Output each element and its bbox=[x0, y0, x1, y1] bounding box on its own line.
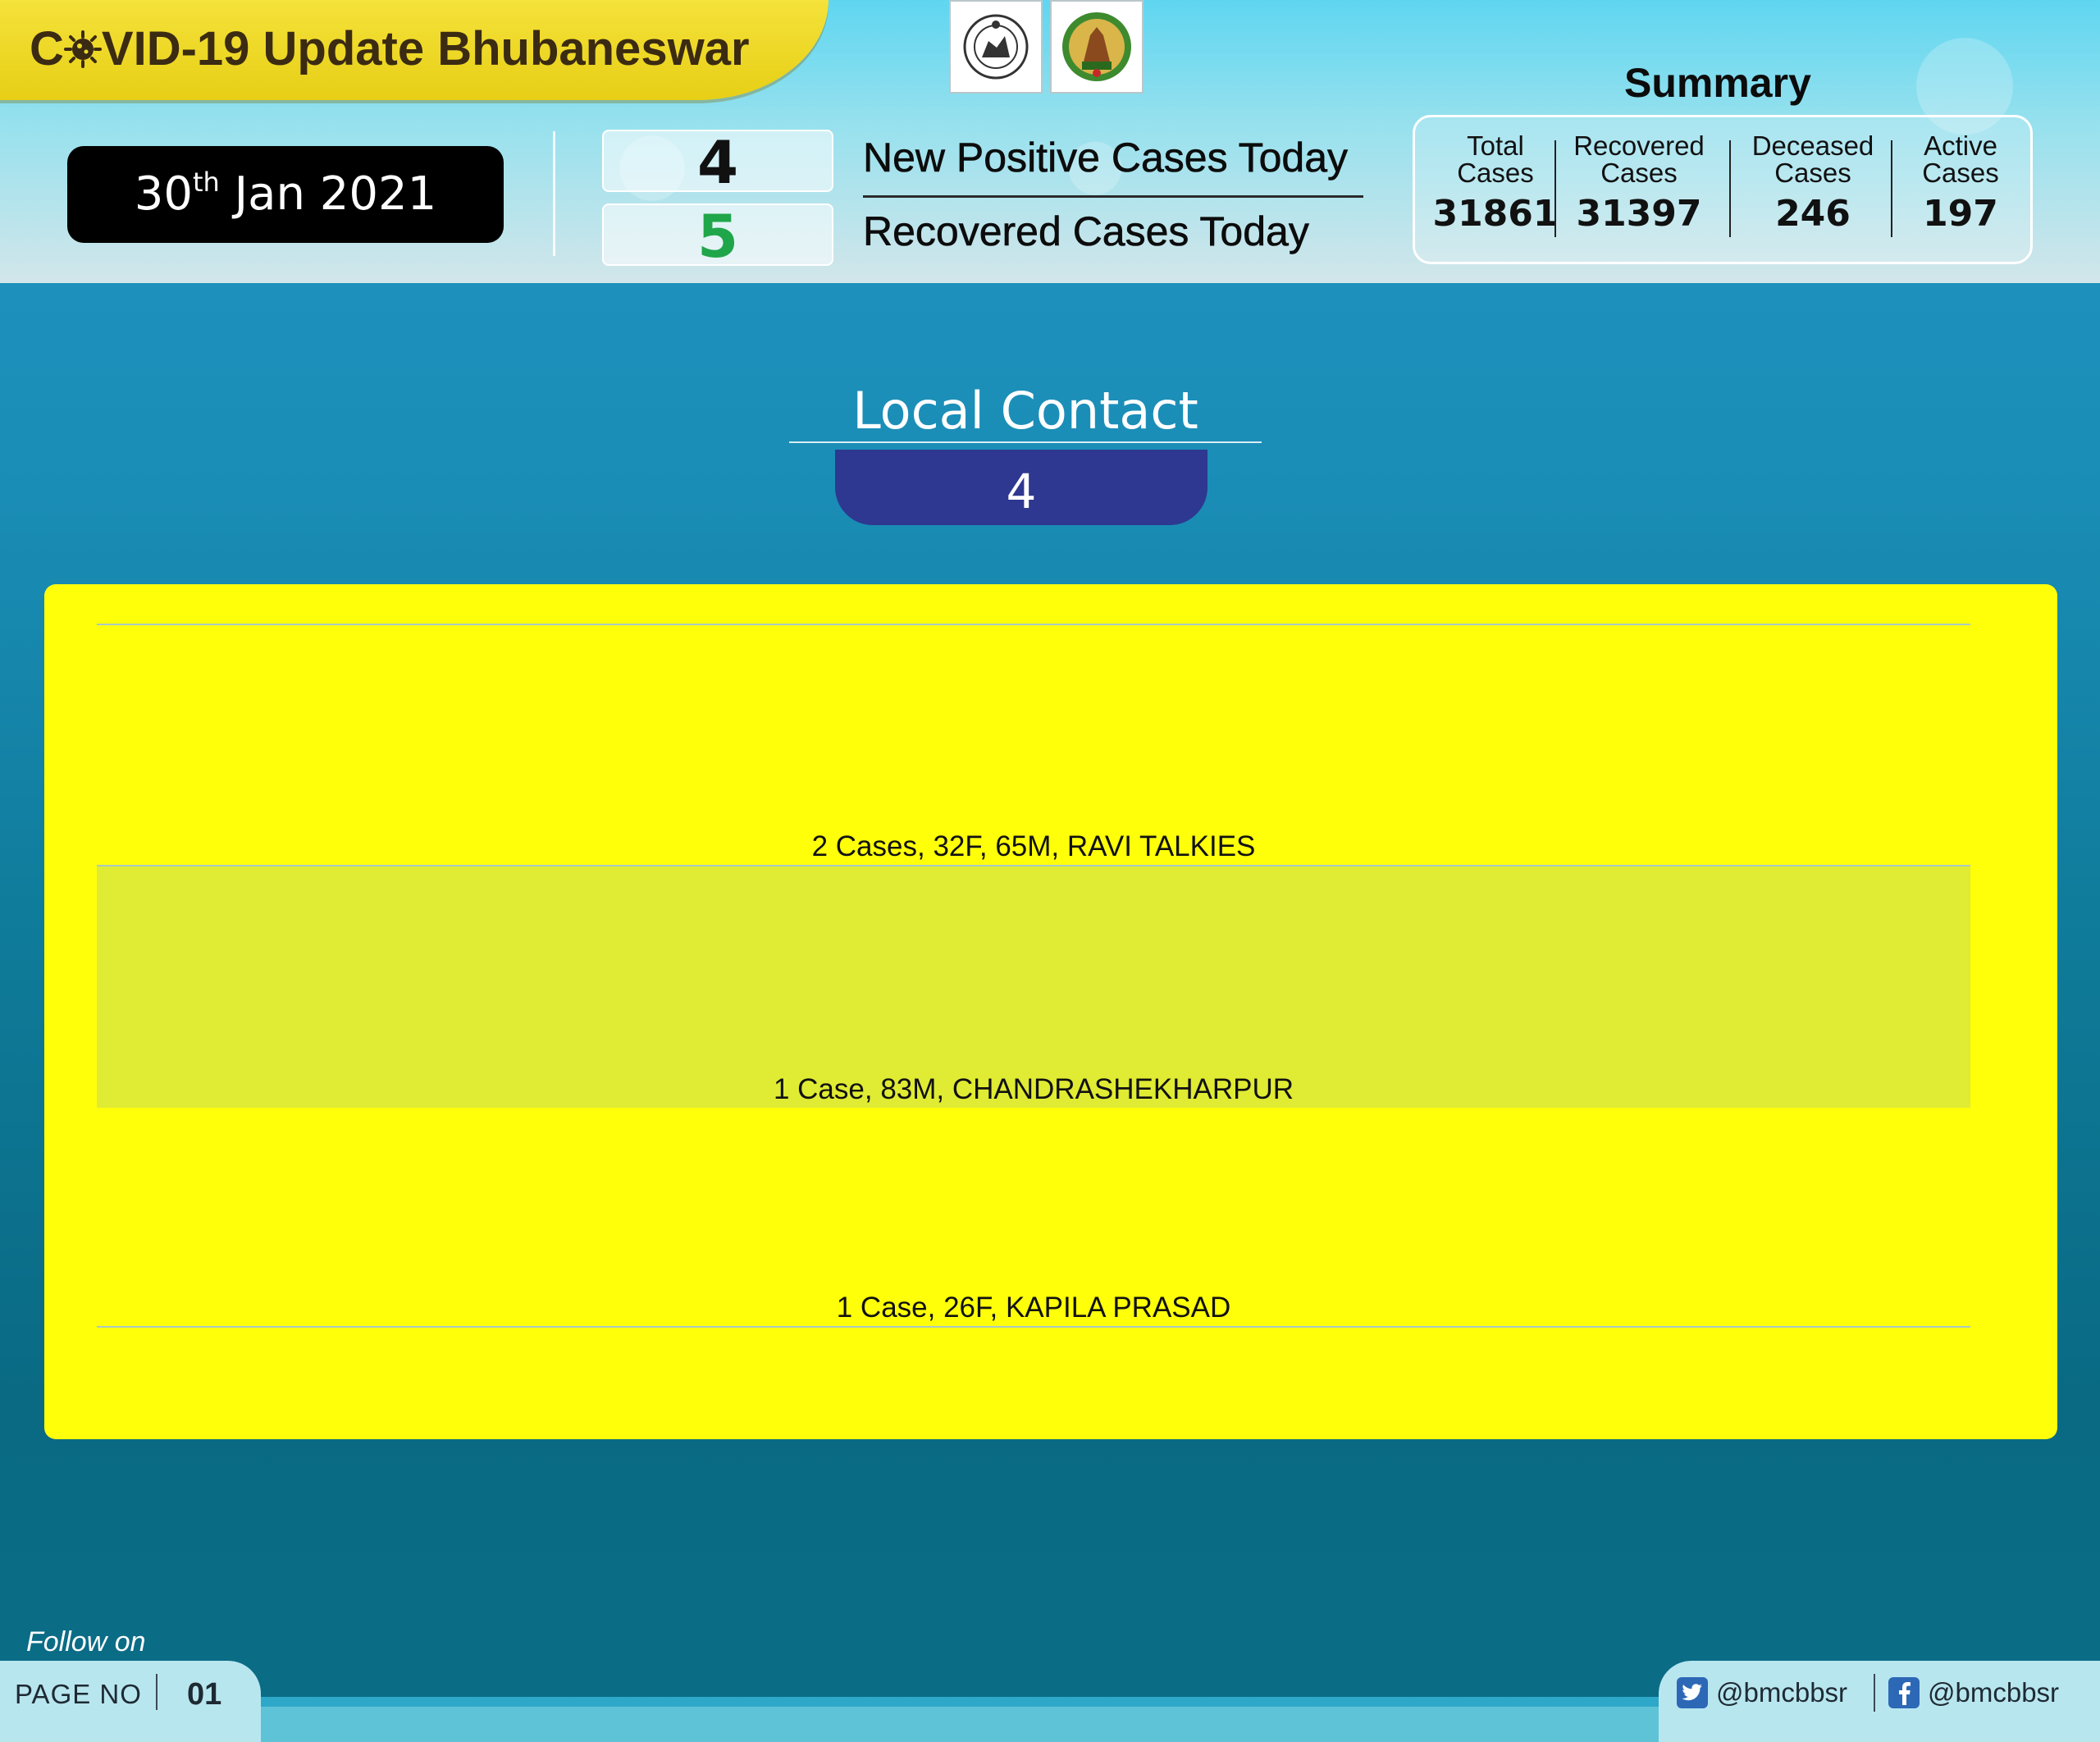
page-label: PAGE NO bbox=[15, 1679, 142, 1709]
facebook-handle: @bmcbbsr bbox=[1928, 1677, 2060, 1708]
page-separator bbox=[156, 1674, 158, 1710]
recovered-today-count: 5 bbox=[602, 203, 833, 267]
local-contact-count: 4 bbox=[835, 450, 1208, 525]
summary-separator bbox=[1554, 140, 1556, 237]
summary-label: Cases bbox=[1457, 158, 1534, 188]
summary-value: 31397 bbox=[1576, 193, 1702, 235]
facebook-link[interactable]: @bmcbbsr bbox=[1888, 1677, 2059, 1708]
title-suffix: VID-19 Update Bhubaneswar bbox=[101, 22, 750, 75]
date-day: 30 bbox=[134, 167, 193, 221]
case-row-text: 2 Cases, 32F, 65M, RAVI TALKIES bbox=[811, 830, 1256, 862]
summary-label: Total bbox=[1467, 130, 1524, 161]
summary-active: Active Cases 197 bbox=[1899, 132, 2022, 235]
summary-value: 197 bbox=[1923, 193, 1998, 235]
summary-recovered: Recovered Cases 31397 bbox=[1561, 132, 1717, 235]
bmc-logo bbox=[1050, 0, 1144, 94]
report-date: 30th Jan 2021 bbox=[67, 146, 504, 243]
header: C VID-19 Update Bhubaneswar 30th Jan 202… bbox=[0, 0, 2100, 283]
summary-box: Total Cases 31861 Recovered Cases 31397 … bbox=[1413, 115, 2033, 264]
new-positive-label: New Positive Cases Today bbox=[863, 135, 1349, 181]
header-divider bbox=[553, 131, 555, 256]
twitter-icon bbox=[1677, 1677, 1708, 1708]
summary-label: Cases bbox=[1600, 158, 1678, 188]
summary-label: Deceased bbox=[1751, 130, 1874, 161]
case-row: 2 Cases, 32F, 65M, RAVI TALKIES bbox=[97, 624, 1970, 865]
summary-label: Recovered bbox=[1573, 130, 1705, 161]
today-divider bbox=[863, 195, 1363, 198]
summary-separator bbox=[1891, 140, 1892, 237]
summary-separator bbox=[1729, 140, 1731, 237]
local-contact-title: Local Contact Cases bbox=[789, 381, 1262, 501]
date-ordinal-suffix: th bbox=[192, 167, 220, 198]
social-separator bbox=[1874, 1674, 1875, 1712]
summary-value: 31861 bbox=[1432, 193, 1559, 235]
cases-panel: 2 Cases, 32F, 65M, RAVI TALKIES 1 Case, … bbox=[44, 584, 2057, 1439]
title-banner: C VID-19 Update Bhubaneswar bbox=[0, 0, 829, 100]
page-title: C VID-19 Update Bhubaneswar bbox=[30, 21, 750, 76]
summary-value: 246 bbox=[1775, 193, 1851, 235]
title-prefix: C bbox=[30, 22, 64, 75]
case-row-text: 1 Case, 83M, CHANDRASHEKHARPUR bbox=[773, 1073, 1294, 1105]
twitter-link[interactable]: @bmcbbsr bbox=[1677, 1677, 1847, 1708]
case-row-text: 1 Case, 26F, KAPILA PRASAD bbox=[836, 1292, 1231, 1324]
summary-label: Active bbox=[1924, 130, 1997, 161]
summary-deceased: Deceased Cases 246 bbox=[1735, 132, 1891, 235]
summary-label: Cases bbox=[1922, 158, 1999, 188]
summary-label: Cases bbox=[1774, 158, 1851, 188]
page-number: 01 bbox=[187, 1677, 222, 1712]
summary-title: Summary bbox=[1624, 60, 1811, 106]
follow-label: Follow on bbox=[26, 1626, 146, 1657]
recovered-today-label: Recovered Cases Today bbox=[863, 208, 1309, 255]
date-month-year: Jan 2021 bbox=[219, 167, 437, 221]
odisha-emblem-logo bbox=[949, 0, 1043, 94]
new-positive-count: 4 bbox=[602, 130, 833, 194]
footer-accent-stripe bbox=[246, 1697, 1682, 1707]
summary-total: Total Cases 31861 bbox=[1430, 132, 1561, 235]
facebook-icon bbox=[1888, 1677, 1920, 1708]
case-row: 1 Case, 26F, KAPILA PRASAD bbox=[97, 1108, 1970, 1328]
twitter-handle: @bmcbbsr bbox=[1716, 1677, 1848, 1708]
virus-icon bbox=[63, 30, 102, 68]
case-row: 1 Case, 83M, CHANDRASHEKHARPUR bbox=[97, 865, 1970, 1108]
